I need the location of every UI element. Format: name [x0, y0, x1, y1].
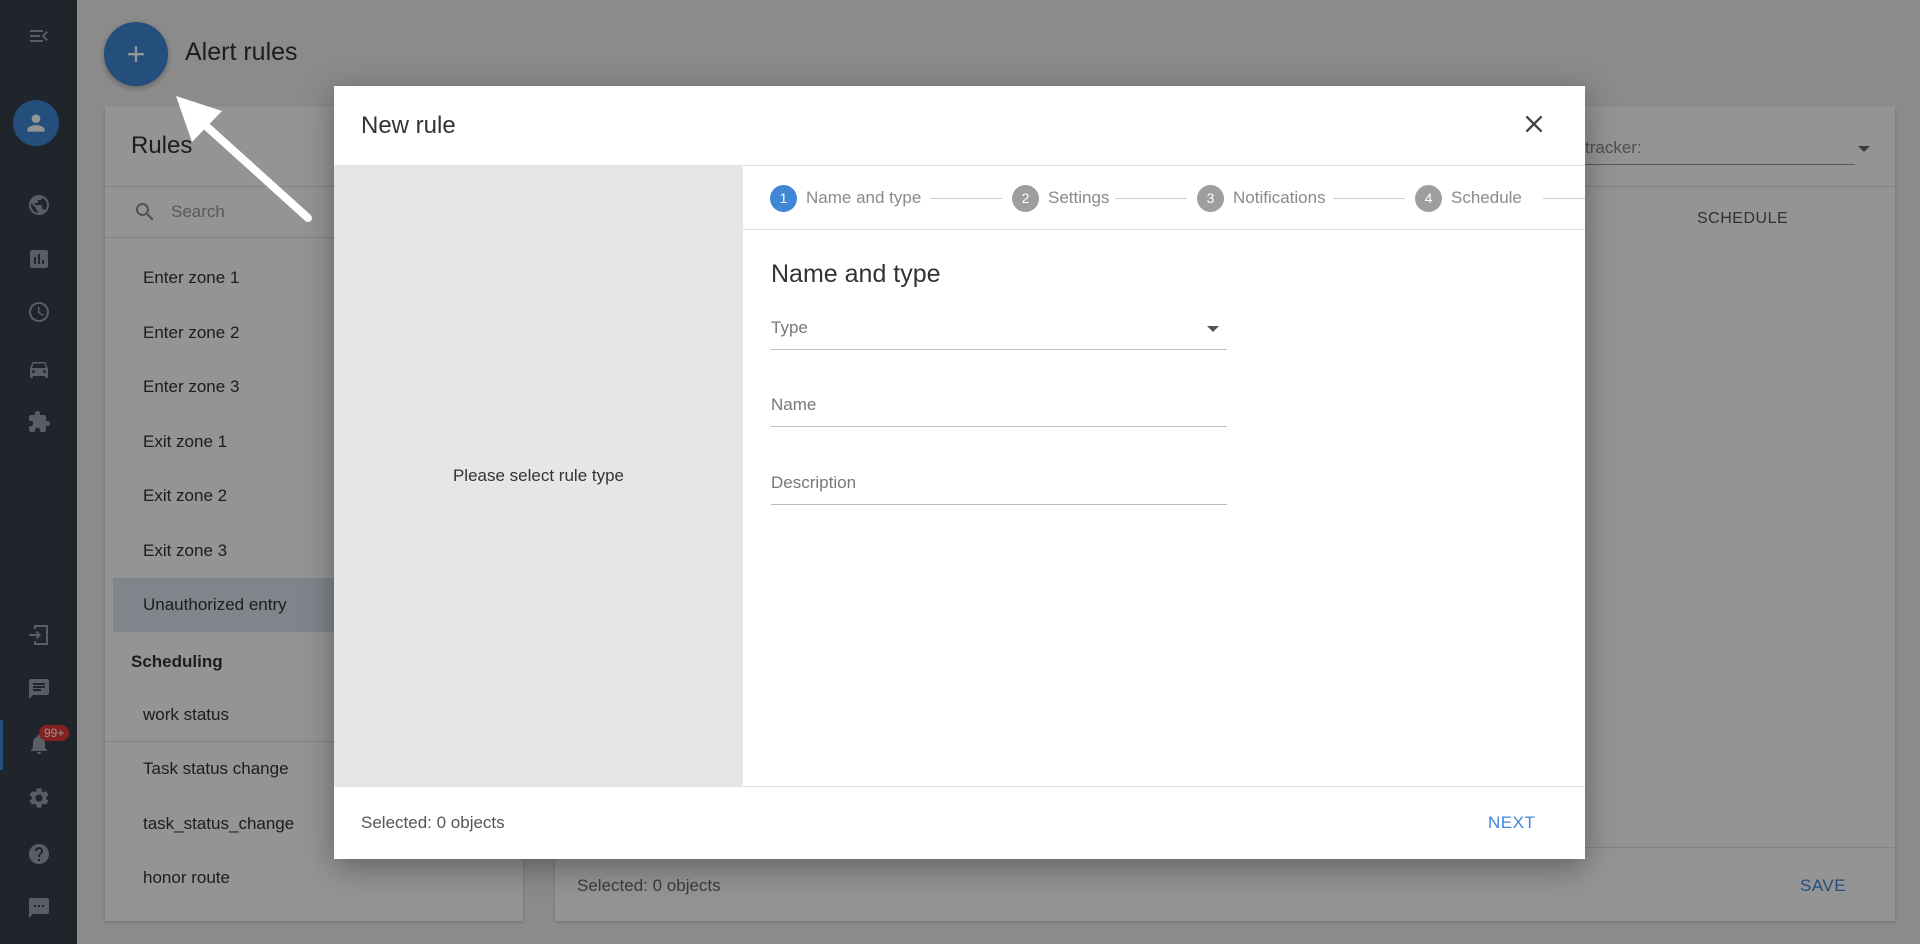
- select-rule-type-message: Please select rule type: [452, 466, 625, 485]
- rule-form: Name and type Type Name Description: [743, 230, 1585, 786]
- close-button[interactable]: [1520, 110, 1548, 138]
- step-connector: [1115, 198, 1187, 199]
- step-number: 3: [1197, 184, 1224, 212]
- rule-type-preview: Please select rule type: [334, 166, 743, 786]
- name-placeholder: Name: [771, 395, 817, 414]
- step-label: Schedule: [1451, 188, 1522, 207]
- form-heading: Name and type: [771, 260, 941, 288]
- new-rule-dialog: New rule Please select rule type 1 Name …: [334, 86, 1585, 859]
- step-notifications[interactable]: 3 Notifications: [1197, 184, 1326, 212]
- stepper: 1 Name and type 2 Settings 3 Notificatio…: [743, 166, 1585, 230]
- dialog-footer: Selected: 0 objects NEXT: [334, 786, 1585, 859]
- step-connector: [1333, 198, 1405, 199]
- type-placeholder: Type: [771, 318, 808, 337]
- name-field[interactable]: Name: [771, 387, 1227, 427]
- step-connector: [1543, 198, 1585, 199]
- description-field[interactable]: Description: [771, 465, 1227, 505]
- step-connector: [930, 198, 1002, 199]
- step-label: Name and type: [806, 188, 922, 207]
- step-schedule[interactable]: 4 Schedule: [1415, 184, 1522, 212]
- step-number: 1: [770, 184, 797, 212]
- step-number: 2: [1012, 184, 1039, 212]
- step-label: Notifications: [1233, 188, 1326, 207]
- chevron-down-icon: [1207, 326, 1219, 332]
- description-placeholder: Description: [771, 473, 857, 492]
- close-icon: [1525, 115, 1543, 133]
- selected-count: Selected: 0 objects: [361, 813, 505, 832]
- step-settings[interactable]: 2 Settings: [1012, 184, 1109, 212]
- step-label: Settings: [1048, 188, 1110, 207]
- step-number: 4: [1415, 184, 1442, 212]
- dialog-title: New rule: [361, 112, 456, 139]
- type-select[interactable]: Type: [771, 310, 1227, 350]
- dialog-header: New rule: [334, 86, 1585, 166]
- step-name-and-type[interactable]: 1 Name and type: [770, 184, 921, 212]
- next-button[interactable]: NEXT: [1488, 813, 1535, 833]
